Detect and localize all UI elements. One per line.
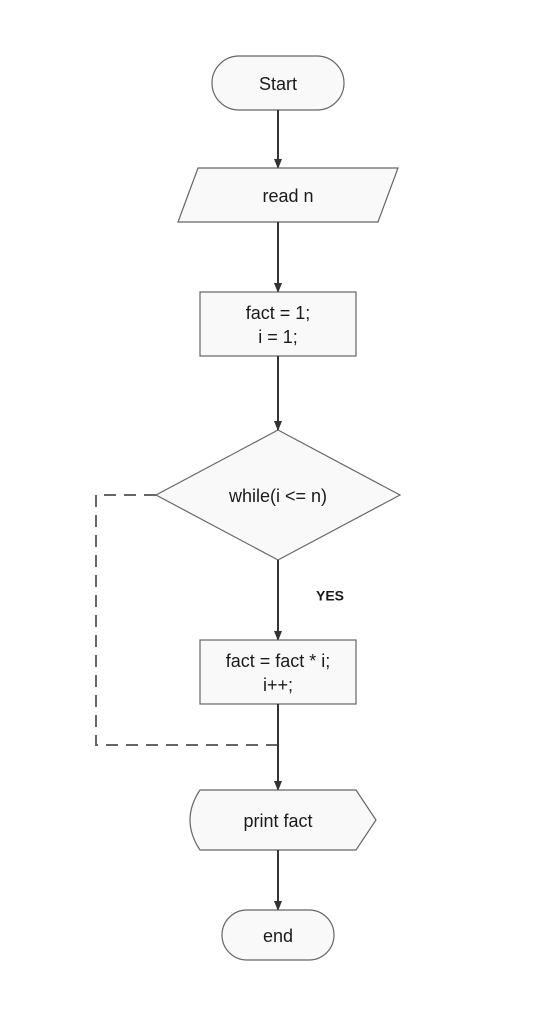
terminator-end-label: end <box>263 926 293 946</box>
terminator-start-label: Start <box>259 74 297 94</box>
decision-yes-label: YES <box>316 588 344 604</box>
decision-while-label: while(i <= n) <box>228 486 327 506</box>
output-print-fact-label: print fact <box>243 811 312 831</box>
process-init-line1: fact = 1; <box>246 303 311 323</box>
process-init-line2: i = 1; <box>258 327 298 347</box>
process-loop-line2: i++; <box>263 675 293 695</box>
input-read-n-label: read n <box>262 186 313 206</box>
flowchart-canvas: Start read n fact = 1; i = 1; while(i <=… <box>0 0 559 1024</box>
process-loop-line1: fact = fact * i; <box>226 651 331 671</box>
